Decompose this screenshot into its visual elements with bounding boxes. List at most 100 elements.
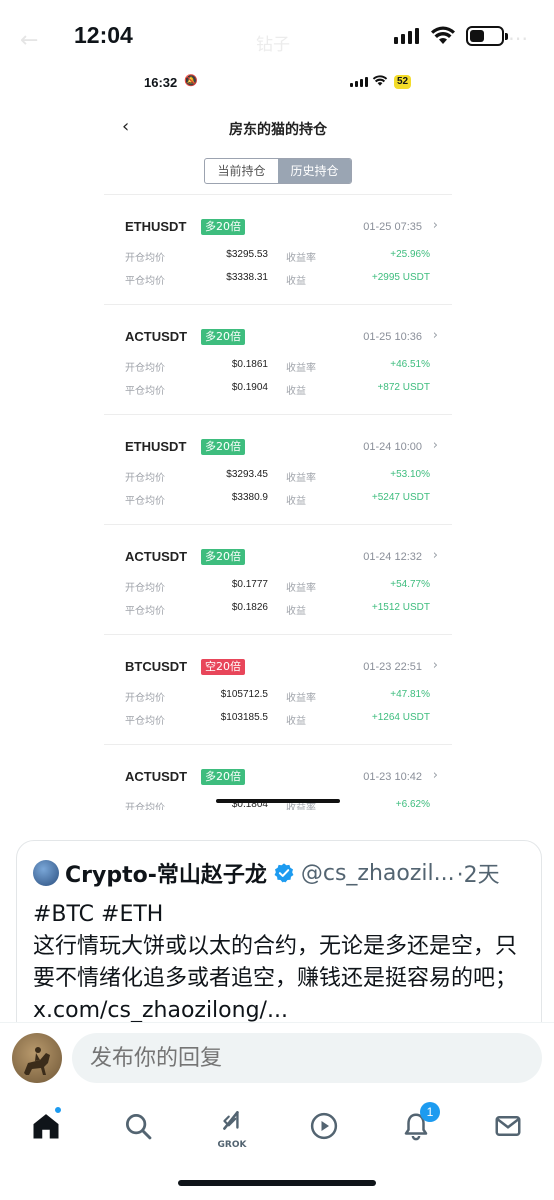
tweet-author-name[interactable]: Crypto-常山赵子龙 [65,857,267,889]
leverage-tag: 多20倍 [201,219,245,235]
pnl-value: +1264 USDT [371,712,430,723]
chevron-right-icon: › [432,438,438,453]
search-icon [126,1114,152,1140]
nav-grok[interactable]: GROK [212,1106,252,1150]
pnl-value: +2995 USDT [371,272,430,283]
position-datetime: 01-25 07:35 [363,221,422,233]
close-price-label: 平仓均价 [125,386,165,397]
position-card[interactable]: ETHUSDT 多20倍 01-25 07:35 › 开仓均价 $3295.53… [104,195,452,304]
close-price-label: 平仓均价 [125,606,165,617]
tab-history-positions[interactable]: 历史持仓 [278,159,351,183]
back-arrow-icon[interactable]: ← [20,28,38,53]
position-symbol: ACTUSDT [125,329,188,344]
close-price-label: 平仓均价 [125,716,165,727]
open-row: 开仓均价 $3295.53 收益率 +25.96% [104,249,452,265]
position-card[interactable]: ACTUSDT 多20倍 01-25 10:36 › 开仓均价 $0.1861 … [104,305,452,414]
position-list: ETHUSDT 多20倍 01-25 07:35 › 开仓均价 $3295.53… [104,194,452,810]
user-avatar[interactable] [12,1033,62,1083]
tweet-time: ·2天 [456,863,500,888]
pnl-label: 收益 [286,606,306,617]
position-card[interactable]: ETHUSDT 多20倍 01-24 10:00 › 开仓均价 $3293.45… [104,415,452,524]
verified-badge-icon [274,863,294,883]
open-price-label: 开仓均价 [125,583,165,594]
nav-messages[interactable] [488,1106,528,1146]
nav-video[interactable] [304,1106,344,1146]
close-row: 平仓均价 $3380.9 收益 +5247 USDT [104,492,452,508]
leverage-tag: 空20倍 [201,659,245,675]
tab-current-positions[interactable]: 当前持仓 [205,159,278,183]
open-price: $0.1861 [231,359,268,370]
chevron-right-icon: › [432,218,438,233]
position-datetime: 01-25 10:36 [363,331,422,343]
pnl-value: +1512 USDT [371,602,430,613]
position-card[interactable]: BTCUSDT 空20倍 01-23 22:51 › 开仓均价 $105712.… [104,635,452,744]
tweet-card[interactable]: Crypto-常山赵子龙 @cs_zhaozil... ·2天 #BTC #ET… [16,840,542,1040]
open-price-label: 开仓均价 [125,693,165,704]
open-price: $3293.45 [226,469,268,480]
grok-icon [223,1111,239,1130]
pnl-label: 收益 [286,276,306,287]
screen: ← 12:04 钻子 ⋯ 16:32 🔕 52 ‹ 房东的猫的持仓 当前持仓 历… [0,0,554,1200]
pnl-label: 收益 [286,496,306,507]
rate-label: 收益率 [286,583,316,594]
return-rate: +47.81% [390,689,430,700]
close-row: 平仓均价 $3338.31 收益 +2995 USDT [104,272,452,288]
chevron-right-icon: › [432,768,438,783]
status-time: 12:04 [74,22,133,48]
close-price: $3380.9 [231,492,268,503]
embedded-signal-icon [350,77,368,87]
pnl-label: 收益 [286,386,306,397]
close-price-label: 平仓均价 [125,276,165,287]
leverage-tag: 多20倍 [201,769,245,785]
position-datetime: 01-23 10:42 [363,771,422,783]
wifi-icon [431,26,455,44]
position-card[interactable]: ACTUSDT 多20倍 01-24 12:32 › 开仓均价 $0.1777 … [104,525,452,634]
position-datetime: 01-23 22:51 [363,661,422,673]
battery-icon [466,26,508,46]
position-symbol: ETHUSDT [125,439,187,454]
open-row: 开仓均价 $0.1777 收益率 +54.77% [104,579,452,595]
mute-bell-icon: 🔕 [184,74,198,87]
reply-input[interactable] [72,1033,542,1083]
close-price: $103185.5 [220,712,268,723]
open-price-label: 开仓均价 [125,363,165,374]
notification-count-badge: 1 [420,1102,440,1122]
position-datetime: 01-24 12:32 [363,551,422,563]
nav-search[interactable] [118,1106,158,1146]
rate-label: 收益率 [286,473,316,484]
open-price: $105712.5 [220,689,268,700]
embedded-battery-badge: 52 [394,75,412,89]
leverage-tag: 多20倍 [201,329,245,345]
close-price-label: 平仓均价 [125,496,165,507]
nav-home[interactable] [26,1106,66,1146]
nav-notifications[interactable]: 1 [396,1102,440,1146]
play-circle-icon [310,1112,338,1140]
embedded-home-indicator [216,799,340,803]
grok-label: GROK [217,1140,247,1150]
ghost-title: 钻子 [256,35,290,55]
tweet-author-handle[interactable]: @cs_zhaozil... [301,861,455,886]
tweet-author-avatar[interactable] [33,860,59,886]
page-title: 房东的猫的持仓 [229,122,327,138]
horse-rider-icon [24,1047,50,1075]
bottom-nav: GROK 1 [0,1092,554,1200]
open-price-label: 开仓均价 [125,473,165,484]
cellular-signal-icon [394,28,419,44]
pnl-value: +872 USDT [377,382,430,393]
close-row: 平仓均价 $0.1904 收益 +872 USDT [104,382,452,398]
pnl-value: +5247 USDT [371,492,430,503]
rate-label: 收益率 [286,363,316,374]
open-row: 开仓均价 $105712.5 收益率 +47.81% [104,689,452,705]
open-price: $0.1777 [231,579,268,590]
return-rate: +54.77% [390,579,430,590]
position-symbol: BTCUSDT [125,659,188,674]
tweet-text: #BTC #ETH 这行情玩大饼或以太的合约，无论是多还是空，只要不情绪化追多或… [33,902,518,1023]
more-icon[interactable]: ⋯ [508,26,528,50]
embedded-header: ‹ 房东的猫的持仓 [104,100,452,154]
pnl-label: 收益 [286,716,306,727]
close-price: $3338.31 [226,272,268,283]
leverage-tag: 多20倍 [201,439,245,455]
return-rate: +6.62% [395,799,430,810]
embedded-wifi-icon [372,75,388,86]
close-row: 平仓均价 $103185.5 收益 +1264 USDT [104,712,452,728]
